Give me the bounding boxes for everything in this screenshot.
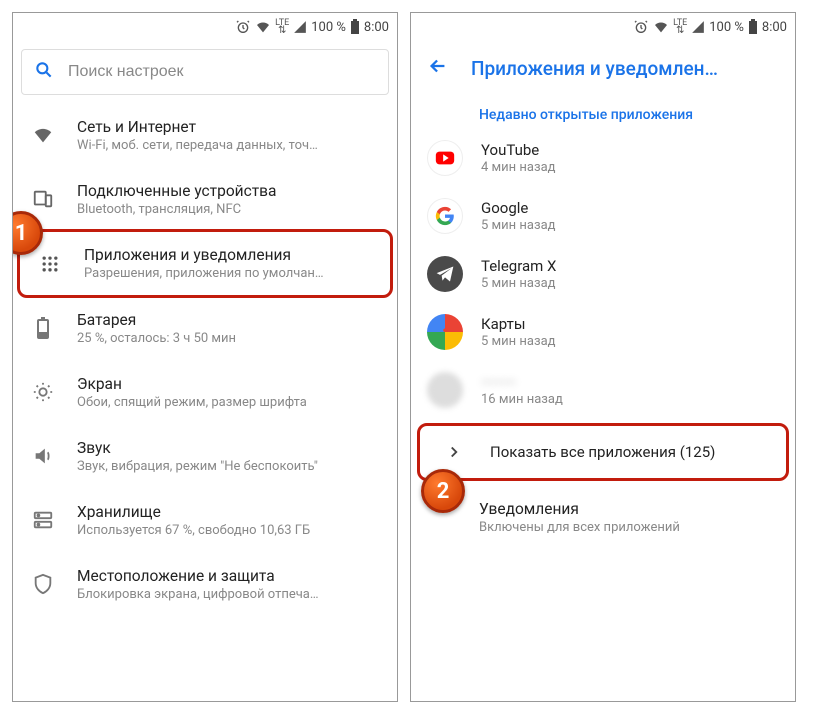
row-title: Сеть и Интернет	[77, 118, 381, 136]
signal-icon	[691, 20, 705, 34]
blurred-app-icon	[427, 372, 463, 408]
app-time: 5 мин назад	[481, 276, 556, 291]
row-subtitle: Блокировка экрана, цифровой отпеча…	[77, 587, 381, 602]
clock-text: 8:00	[762, 20, 787, 35]
show-all-apps[interactable]: Показать все приложения (125)	[417, 423, 789, 481]
wifi-icon	[255, 19, 271, 35]
row-subtitle: Обои, спящий режим, размер шрифта	[77, 395, 381, 410]
row-title: Подключенные устройства	[77, 182, 381, 200]
settings-row-apps[interactable]: Приложения и уведомления Разрешения, прил…	[17, 229, 393, 298]
lte-icon: LTE⇅	[673, 19, 687, 35]
row-subtitle: Используется 67 %, свободно 10,63 ГБ	[77, 523, 381, 538]
app-time: 5 мин назад	[481, 218, 555, 233]
phone-apps: 2 LTE⇅ 100 % 8:00 Приложения и уведомлен…	[410, 12, 796, 702]
volume-icon	[29, 445, 57, 467]
alarm-icon	[235, 19, 251, 35]
settings-row-sound[interactable]: Звук Звук, вибрация, режим "Не беспокоить…	[13, 424, 397, 488]
row-title: Экран	[77, 375, 381, 393]
app-name: Карты	[481, 315, 555, 333]
battery-icon	[29, 317, 57, 339]
row-subtitle: Включены для всех приложений	[479, 520, 779, 535]
row-subtitle: 25 %, осталось: 3 ч 50 мин	[77, 331, 381, 346]
shield-icon	[29, 573, 57, 595]
row-title: Батарея	[77, 311, 381, 329]
app-time: 4 мин назад	[481, 160, 555, 175]
status-bar: LTE⇅ 100 % 8:00	[411, 13, 795, 41]
maps-icon	[427, 314, 463, 350]
app-row-youtube[interactable]: YouTube4 мин назад	[411, 129, 795, 187]
row-title: Хранилище	[77, 503, 381, 521]
battery-pct: 100 %	[709, 20, 744, 35]
app-name: YouTube	[481, 141, 555, 159]
youtube-icon	[427, 140, 463, 176]
clock-text: 8:00	[364, 20, 389, 35]
alarm-icon	[633, 19, 649, 35]
phone-settings: 1 LTE⇅ 100 % 8:00 Сеть и ИнтернетWi-Fi, …	[12, 12, 398, 702]
app-time: 16 мин назад	[481, 392, 563, 407]
app-row-telegram[interactable]: Telegram X5 мин назад	[411, 245, 795, 303]
app-time: 5 мин назад	[481, 334, 555, 349]
signal-icon	[293, 20, 307, 34]
storage-icon	[29, 509, 57, 531]
apps-icon	[36, 254, 64, 274]
chevron-right-icon	[436, 443, 472, 461]
settings-row-security[interactable]: Местоположение и защита Блокировка экрана…	[13, 552, 397, 616]
show-all-label: Показать все приложения (125)	[490, 443, 715, 461]
back-icon[interactable]	[427, 55, 449, 81]
settings-row-connected[interactable]: Подключенные устройства Bluetooth, трансл…	[13, 167, 397, 231]
settings-row-network[interactable]: Сеть и Интернет Wi-Fi, моб. сети, передач…	[13, 103, 397, 167]
wifi-icon	[653, 19, 669, 35]
app-row-maps[interactable]: Карты5 мин назад	[411, 303, 795, 361]
settings-row-notifications[interactable]: Уведомления Включены для всех приложений	[411, 485, 795, 549]
section-recent-apps: Недавно открытые приложения	[411, 95, 795, 129]
row-title: Местоположение и защита	[77, 567, 381, 585]
row-title: Приложения и уведомления	[84, 246, 374, 264]
search-settings[interactable]	[21, 49, 389, 95]
settings-row-storage[interactable]: Хранилище Используется 67 %, свободно 10,…	[13, 488, 397, 552]
row-subtitle: Звук, вибрация, режим "Не беспокоить"	[77, 459, 381, 474]
status-bar: LTE⇅ 100 % 8:00	[13, 13, 397, 41]
battery-icon	[350, 19, 360, 35]
app-name: Telegram X	[481, 257, 556, 275]
brightness-icon	[29, 381, 57, 403]
recent-apps-list: YouTube4 мин назад Google5 мин назад Tel…	[411, 129, 795, 549]
row-subtitle: Bluetooth, трансляция, NFC	[77, 202, 381, 217]
lte-icon: LTE⇅	[275, 19, 289, 35]
annotation-badge-2: 2	[421, 469, 465, 513]
row-subtitle: Wi-Fi, моб. сети, передача данных, точ…	[77, 138, 381, 153]
search-input[interactable]	[68, 63, 376, 81]
app-bar: Приложения и уведомлен…	[411, 41, 795, 95]
app-row-blurred[interactable]: ———16 мин назад	[411, 361, 795, 419]
app-name: Google	[481, 199, 555, 217]
row-title: Уведомления	[479, 500, 779, 518]
search-icon	[34, 60, 54, 84]
battery-pct: 100 %	[311, 20, 346, 35]
row-subtitle: Разрешения, приложения по умолчан…	[84, 266, 374, 281]
app-name: ———	[481, 373, 563, 391]
settings-row-display[interactable]: Экран Обои, спящий режим, размер шрифта	[13, 360, 397, 424]
wifi-icon	[29, 124, 57, 146]
settings-list: Сеть и Интернет Wi-Fi, моб. сети, передач…	[13, 103, 397, 616]
row-title: Звук	[77, 439, 381, 457]
page-title: Приложения и уведомлен…	[471, 57, 718, 80]
devices-icon	[29, 188, 57, 210]
telegram-icon	[427, 256, 463, 292]
settings-row-battery[interactable]: Батарея 25 %, осталось: 3 ч 50 мин	[13, 296, 397, 360]
battery-icon	[748, 19, 758, 35]
app-row-google[interactable]: Google5 мин назад	[411, 187, 795, 245]
google-icon	[427, 198, 463, 234]
